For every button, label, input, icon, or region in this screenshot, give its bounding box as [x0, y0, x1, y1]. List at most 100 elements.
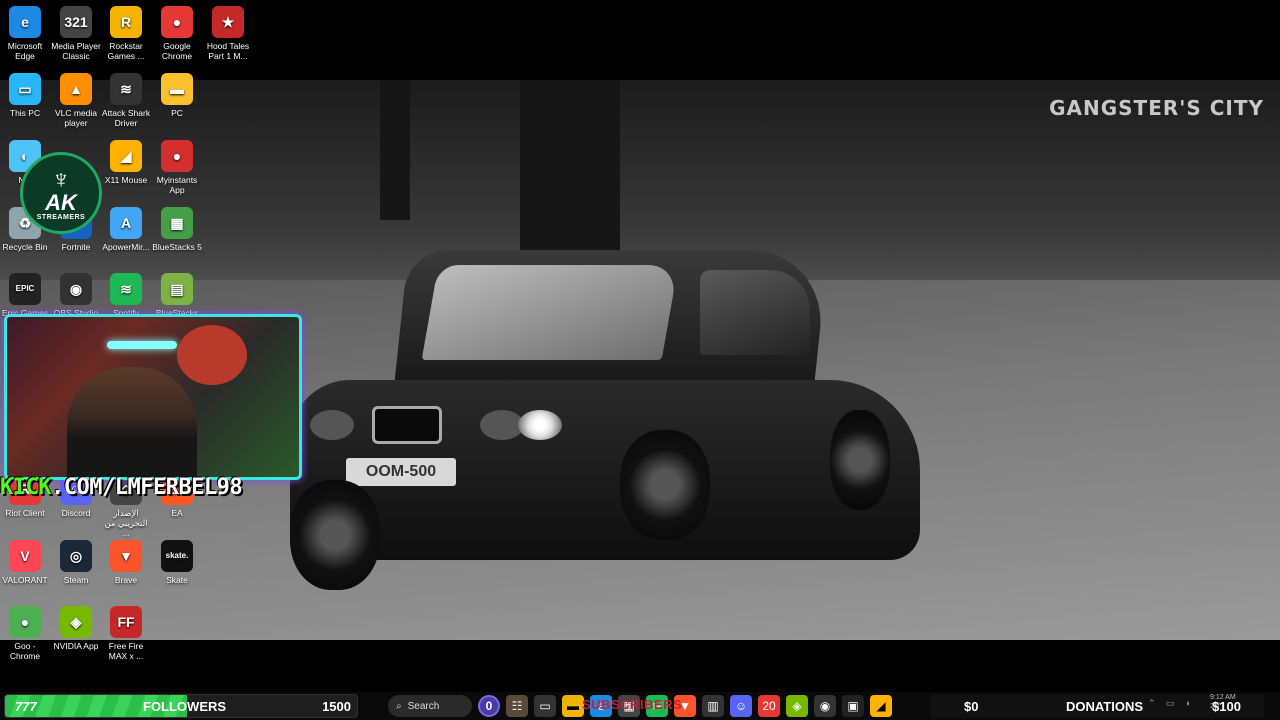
clock-time: 9:12 AM [1210, 694, 1236, 701]
app-icon: ◎ [60, 540, 92, 572]
followers-goal-bar: 777 FOLLOWERS 1500 [4, 694, 358, 718]
desktop-icon[interactable]: 321 Media Player Classic [50, 6, 102, 61]
system-tray[interactable]: ⌃ ▭ ◖ [1148, 698, 1194, 709]
desktop-icon-label: Skate [166, 575, 188, 585]
desktop-icon[interactable]: ▼ Brave [100, 540, 152, 585]
taskbar-app-icon[interactable]: ▥ [702, 695, 724, 717]
desktop-icon-label: Myinstants App [156, 175, 198, 195]
chrome-icon[interactable]: 20 [758, 695, 780, 717]
app-icon: ◉ [60, 273, 92, 305]
file-explorer-icon[interactable]: ▬ [562, 695, 584, 717]
desktop-icon-label: الإصدار التجريبي من ... [104, 508, 148, 538]
desktop-icon[interactable]: FF Free Fire MAX x ... [100, 606, 152, 661]
followers-label: FOLLOWERS [143, 699, 227, 714]
desktop-icon[interactable]: e Microsoft Edge [0, 6, 51, 61]
desktop-icon-label: Hood Tales Part 1 M... [206, 41, 250, 61]
desktop-icon-label: Steam [63, 575, 89, 585]
followers-count: 777 [15, 699, 37, 714]
webcam-light [107, 341, 177, 349]
car-headlight [310, 410, 354, 440]
followers-goal: 1500 [322, 699, 351, 714]
desktop-icon[interactable]: R Rockstar Games ... [100, 6, 152, 61]
app-icon: ≋ [110, 73, 142, 105]
desktop-icon[interactable]: ≋ Spotify [100, 273, 152, 318]
desktop-icon[interactable]: ≋ Attack Shark Driver [100, 73, 152, 128]
car-windshield [421, 265, 679, 360]
desktop-icon[interactable]: ★ Hood Tales Part 1 M... [202, 6, 254, 61]
discord-icon[interactable]: ☺ [730, 695, 752, 717]
car-wheel [620, 430, 710, 540]
desktop-icon[interactable]: ◈ NVIDIA App [50, 606, 102, 651]
desktop-icon-label: Riot Client [5, 508, 45, 518]
search-label: Search [407, 700, 440, 712]
desktop-icon[interactable]: ▤ BlueStacks [151, 273, 203, 318]
obs-icon[interactable]: ◉ [814, 695, 836, 717]
car-wheel [830, 410, 890, 510]
webcam-streamer [67, 367, 197, 477]
app-icon: ▬ [161, 73, 193, 105]
app-icon: R [110, 6, 142, 38]
subscribers-count: 0 [478, 695, 500, 717]
start-button[interactable] [360, 695, 382, 717]
app-icon: ◢ [110, 140, 142, 172]
wallpaper-tree-trunk [380, 80, 410, 220]
taskbar-app-icon[interactable]: ☷ [506, 695, 528, 717]
car-grille [372, 406, 442, 444]
desktop-icon[interactable]: ● Myinstants App [151, 140, 203, 195]
app-icon: A [110, 207, 142, 239]
logo-ak-text: AK [45, 189, 77, 215]
kick-prefix: KICK [0, 475, 51, 500]
app-icon: ▲ [60, 73, 92, 105]
desktop-icon-label: Google Chrome [161, 41, 193, 61]
desktop-icon[interactable]: ◉ OBS Studio [50, 273, 102, 318]
desktop-icon-label: Attack Shark Driver [101, 108, 151, 128]
car-side-window [700, 270, 810, 355]
desktop-icon[interactable]: ▬ PC [151, 73, 203, 118]
app-icon: 321 [60, 6, 92, 38]
desktop-icon[interactable]: ◎ Steam [50, 540, 102, 585]
app-icon: ● [161, 6, 193, 38]
clock-date: 22/ [1210, 703, 1220, 710]
desktop-icon-label: Microsoft Edge [7, 41, 43, 61]
desktop-icon[interactable]: ▲ VLC media player [50, 73, 102, 128]
donations-label: DONATIONS [1066, 699, 1144, 714]
desktop-icon[interactable]: ● Goo - Chrome [0, 606, 51, 661]
desktop-icon[interactable]: ● Google Chrome [151, 6, 203, 61]
task-view-icon[interactable]: ▭ [534, 695, 556, 717]
desktop-icon-label: Fortnite [61, 242, 91, 252]
desktop-icon-label: NVIDIA App [53, 641, 99, 651]
desktop-icon[interactable]: skate. Skate [151, 540, 203, 585]
desktop-icon[interactable]: V VALORANT [0, 540, 51, 585]
desktop-icon-label: VALORANT [2, 575, 48, 585]
desktop-icon-label: X11 Mouse [104, 175, 148, 185]
app-icon: FF [110, 606, 142, 638]
taskbar-search[interactable]: ⌕ Search [388, 695, 472, 717]
kick-url-rest: .COM/LMFERBEL98 [50, 475, 243, 500]
app-icon: skate. [161, 540, 193, 572]
desktop-icon[interactable]: ▦ BlueStacks 5 [151, 207, 203, 252]
desktop-icon-label: This PC [9, 108, 41, 118]
x11-mouse-icon[interactable]: ◢ [870, 695, 892, 717]
desktop-icon-label: PC [171, 108, 183, 118]
terminal-icon[interactable]: ▣ [842, 695, 864, 717]
app-icon: ● [9, 606, 41, 638]
desktop-icon[interactable]: ◢ X11 Mouse [100, 140, 152, 185]
wallpaper-tree-trunk [520, 80, 620, 260]
desktop-icon-label: EA [171, 508, 183, 518]
app-icon: ≋ [110, 273, 142, 305]
search-icon: ⌕ [396, 700, 402, 712]
app-icon: ★ [212, 6, 244, 38]
desktop-icon[interactable]: ▭ This PC [0, 73, 51, 118]
taskbar-clock[interactable]: 9:12 AM 22/ [1210, 693, 1236, 711]
desktop-icon[interactable]: A ApowerMir... [100, 207, 152, 252]
nvidia-icon[interactable]: ◈ [786, 695, 808, 717]
desktop-icon-label: Rockstar Games ... [107, 41, 145, 61]
desktop-icon-label: VLC media player [54, 108, 98, 128]
app-icon: ● [161, 140, 193, 172]
desktop-icon-label: Goo - Chrome [9, 641, 41, 661]
desktop-icon[interactable]: EPIC Epic Games [0, 273, 51, 318]
ak-streamers-logo: ♆ AK STREAMERS [20, 152, 102, 234]
desktop-icon-label: Brave [114, 575, 138, 585]
app-icon: ▼ [110, 540, 142, 572]
desktop-icon-label: ApowerMir... [102, 242, 150, 252]
